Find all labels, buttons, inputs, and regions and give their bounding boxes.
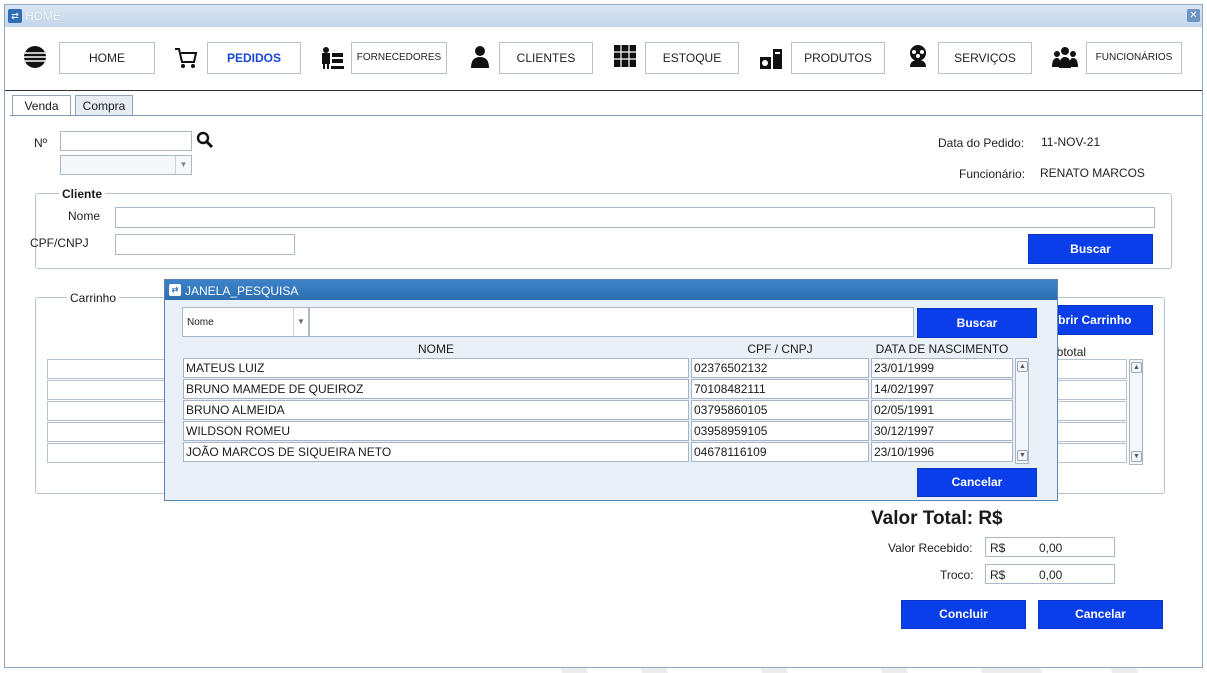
row-doc-cell[interactable]: 03958959105 xyxy=(691,421,869,441)
window-title: HOME xyxy=(25,9,61,23)
nav-pedidos-button[interactable]: PEDIDOS xyxy=(207,42,301,74)
client-group xyxy=(35,193,1172,269)
nav-clientes-button[interactable]: CLIENTES xyxy=(499,42,593,74)
finish-button[interactable]: Concluir xyxy=(901,600,1026,629)
order-number-input[interactable] xyxy=(60,131,192,151)
order-date-value: 11-NOV-21 xyxy=(1041,135,1101,149)
scroll-up-icon[interactable]: ▲ xyxy=(1131,362,1142,373)
search-dialog: ⇄ JANELA_PESQUISA Nome ▼ Buscar NOME CPF… xyxy=(164,279,1058,501)
employee-label: Funcionário: xyxy=(959,167,1026,181)
nav-produtos-button[interactable]: PRODUTOS xyxy=(791,42,885,74)
total-value-label: Valor Total: R$ xyxy=(871,508,1003,529)
filter-select-value: Nome xyxy=(187,317,214,328)
received-input[interactable]: R$ 0,00 xyxy=(985,537,1115,557)
order-type-select[interactable]: ▼ xyxy=(60,155,192,175)
group-icon xyxy=(1052,47,1078,68)
row-doc-cell[interactable]: 02376502132 xyxy=(691,358,869,378)
row-birthdate-cell[interactable]: 02/05/1991 xyxy=(871,400,1013,420)
row-name-cell[interactable]: JOÃO MARCOS DE SIQUEIRA NETO xyxy=(183,442,689,462)
dialog-search-input[interactable] xyxy=(309,307,914,337)
warehouse-icon xyxy=(614,45,636,67)
team-gear-icon xyxy=(910,45,926,67)
row-name-cell[interactable]: MATEUS LUIZ xyxy=(183,358,689,378)
client-name-label: Nome xyxy=(68,209,101,223)
change-input[interactable]: R$ 0,00 xyxy=(985,564,1115,584)
supplier-icon xyxy=(322,47,344,69)
row-doc-cell[interactable]: 70108482111 xyxy=(691,379,869,399)
change-value: 0,00 xyxy=(1039,568,1063,582)
row-doc-cell[interactable]: 03795860105 xyxy=(691,400,869,420)
scroll-down-icon[interactable]: ▼ xyxy=(1131,451,1142,462)
dialog-app-icon: ⇄ xyxy=(169,284,181,296)
column-header-birthdate: DATA DE NASCIMENTO xyxy=(875,342,1009,356)
dialog-scrollbar[interactable]: ▲ ▼ xyxy=(1015,358,1029,464)
tab-divider xyxy=(10,115,1202,116)
boxes-icon xyxy=(760,49,782,69)
row-name-cell[interactable]: BRUNO ALMEIDA xyxy=(183,400,689,420)
employee-value: RENATO MARCOS xyxy=(1040,166,1145,180)
nav-divider xyxy=(5,90,1202,91)
client-name-input[interactable] xyxy=(115,207,1155,228)
client-search-button[interactable]: Buscar xyxy=(1028,234,1153,264)
change-currency: R$ xyxy=(990,568,1006,582)
tab-venda[interactable]: Venda xyxy=(12,95,71,116)
search-icon[interactable] xyxy=(196,131,214,149)
row-name-cell[interactable]: BRUNO MAMEDE DE QUEIROZ xyxy=(183,379,689,399)
change-label: Troco: xyxy=(940,568,974,582)
chevron-down-icon: ▼ xyxy=(293,308,308,336)
dialog-title: JANELA_PESQUISA xyxy=(185,284,299,298)
dialog-cancel-button[interactable]: Cancelar xyxy=(917,468,1037,497)
nav-funcionarios-button[interactable]: FUNCIONÁRIOS xyxy=(1086,42,1182,74)
received-value: 0,00 xyxy=(1039,541,1063,555)
chevron-down-icon: ▼ xyxy=(175,156,191,174)
filter-select[interactable]: Nome ▼ xyxy=(182,307,309,337)
nav-fornecedores-button[interactable]: FORNECEDORES xyxy=(351,42,447,74)
cart-scrollbar[interactable]: ▲ ▼ xyxy=(1129,359,1143,465)
nav-home-button[interactable]: HOME xyxy=(59,42,155,74)
globe-icon xyxy=(24,46,46,68)
row-name-cell[interactable]: WILDSON ROMEU xyxy=(183,421,689,441)
client-doc-label: CPF/CNPJ xyxy=(30,236,89,250)
nav-estoque-button[interactable]: ESTOQUE xyxy=(645,42,739,74)
cart-group-title: Carrinho xyxy=(67,291,120,305)
user-icon xyxy=(471,46,489,68)
row-doc-cell[interactable]: 04678116109 xyxy=(691,442,869,462)
row-birthdate-cell[interactable]: 23/01/1999 xyxy=(871,358,1013,378)
order-date-label: Data do Pedido: xyxy=(938,136,1025,150)
tab-compra[interactable]: Compra xyxy=(75,95,133,116)
received-label: Valor Recebido: xyxy=(888,541,973,555)
title-bar: ⇄ HOME ✕ xyxy=(5,5,1202,27)
scroll-down-icon[interactable]: ▼ xyxy=(1017,450,1028,461)
row-birthdate-cell[interactable]: 23/10/1996 xyxy=(871,442,1013,462)
close-icon[interactable]: ✕ xyxy=(1187,9,1200,22)
received-currency: R$ xyxy=(990,541,1006,555)
column-header-doc: CPF / CNPJ xyxy=(747,342,813,356)
client-group-title: Cliente xyxy=(59,187,106,201)
row-birthdate-cell[interactable]: 30/12/1997 xyxy=(871,421,1013,441)
cancel-order-button[interactable]: Cancelar xyxy=(1038,600,1163,629)
order-number-label: Nº xyxy=(34,136,48,150)
nav-servicos-button[interactable]: SERVIÇOS xyxy=(938,42,1032,74)
client-doc-input[interactable] xyxy=(115,234,295,255)
app-icon: ⇄ xyxy=(8,9,22,23)
row-birthdate-cell[interactable]: 14/02/1997 xyxy=(871,379,1013,399)
cart-icon xyxy=(175,48,198,68)
scroll-up-icon[interactable]: ▲ xyxy=(1017,361,1028,372)
dialog-title-bar: ⇄ JANELA_PESQUISA xyxy=(165,280,1057,300)
dialog-search-button[interactable]: Buscar xyxy=(917,308,1037,338)
column-header-name: NOME xyxy=(418,342,454,356)
